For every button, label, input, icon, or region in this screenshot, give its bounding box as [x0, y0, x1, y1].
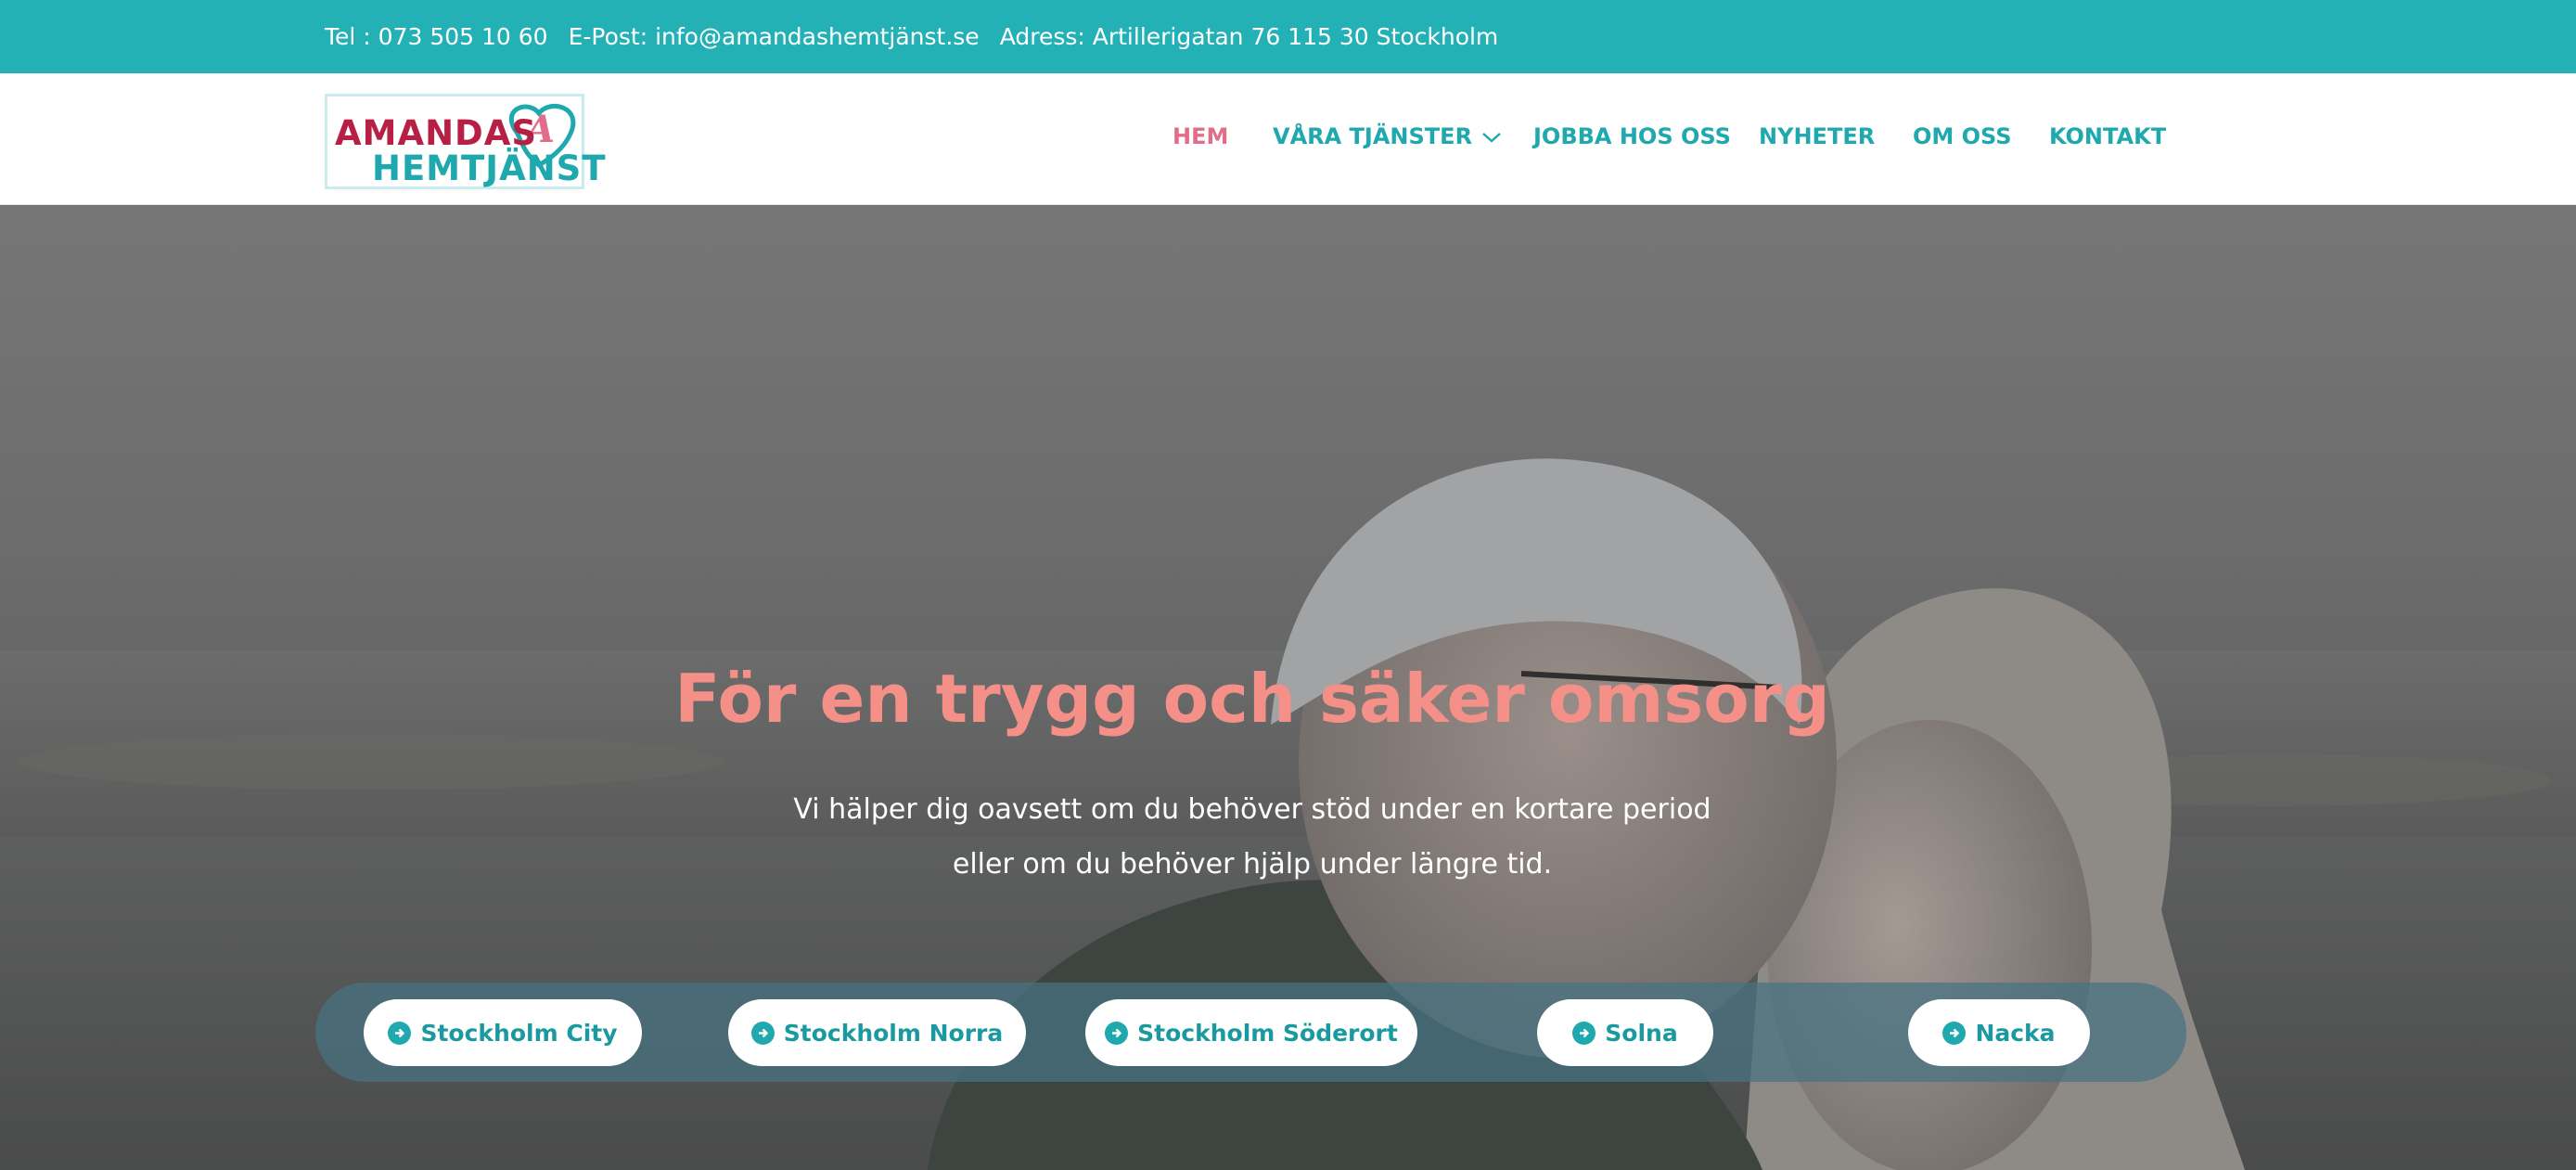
- nav-item-label: VÅRA TJÄNSTER: [1273, 123, 1473, 149]
- area-button-stockholm-norra[interactable]: Stockholm Norra: [728, 999, 1026, 1066]
- nav-item-vara-tjanster[interactable]: VÅRA TJÄNSTER: [1273, 123, 1502, 149]
- hero-subtitle-line1: Vi hälper dig oavsett om du behöver stöd…: [793, 793, 1711, 826]
- nav-item-label: JOBBA HOS OSS: [1533, 123, 1731, 149]
- area-button-label: Stockholm City: [420, 1019, 618, 1047]
- nav-item-om-oss[interactable]: OM OSS: [1913, 123, 2012, 149]
- logo-text-line2: HEMTJÄNST: [372, 148, 607, 188]
- email-info[interactable]: E-Post: info@amandashemtjänst.se: [569, 23, 980, 50]
- arrow-circle-right-icon: [1942, 1021, 1967, 1045]
- area-button-stockholm-city[interactable]: Stockholm City: [364, 999, 642, 1066]
- nav-item-label: NYHETER: [1759, 123, 1876, 149]
- address-info: Adress: Artillerigatan 76 115 30 Stockho…: [999, 23, 1499, 50]
- area-button-stockholm-soderort[interactable]: Stockholm Söderort: [1085, 999, 1417, 1066]
- area-button-label: Solna: [1605, 1019, 1678, 1047]
- hero-section: För en trygg och säker omsorg Vi hälper …: [0, 205, 2576, 1170]
- nav-item-label: OM OSS: [1913, 123, 2012, 149]
- arrow-circle-right-icon: [1105, 1021, 1129, 1045]
- nav-item-hem[interactable]: HEM: [1173, 123, 1228, 149]
- logo-text-line1: AMANDAS: [335, 113, 538, 153]
- site-header: A AMANDAS HEMTJÄNST HEM VÅRA TJÄNSTER JO…: [0, 73, 2576, 205]
- hero-subtitle-line2: eller om du behöver hjälp under längre t…: [952, 848, 1553, 881]
- arrow-circle-right-icon: [750, 1021, 775, 1045]
- area-button-nacka[interactable]: Nacka: [1908, 999, 2090, 1066]
- area-button-label: Stockholm Norra: [783, 1019, 1004, 1047]
- chevron-down-icon: [1481, 123, 1502, 149]
- area-button-solna[interactable]: Solna: [1537, 999, 1713, 1066]
- arrow-circle-right-icon: [388, 1021, 412, 1045]
- area-button-label: Nacka: [1975, 1019, 2056, 1047]
- nav-item-label: HEM: [1173, 123, 1229, 149]
- nav-item-jobba-hos-oss[interactable]: JOBBA HOS OSS: [1533, 123, 1731, 149]
- hero-title: För en trygg och säker omsorg: [674, 660, 1830, 738]
- phone-info[interactable]: Tel : 073 505 10 60: [325, 23, 548, 50]
- nav-item-kontakt[interactable]: KONTAKT: [2049, 123, 2166, 149]
- nav-item-label: KONTAKT: [2049, 123, 2167, 149]
- arrow-circle-right-icon: [1572, 1021, 1596, 1045]
- nav-item-nyheter[interactable]: NYHETER: [1759, 123, 1875, 149]
- top-info-bar: Tel : 073 505 10 60 E-Post: info@amandas…: [0, 0, 2576, 73]
- area-button-label: Stockholm Söderort: [1137, 1019, 1398, 1047]
- site-logo[interactable]: A AMANDAS HEMTJÄNST: [325, 94, 606, 189]
